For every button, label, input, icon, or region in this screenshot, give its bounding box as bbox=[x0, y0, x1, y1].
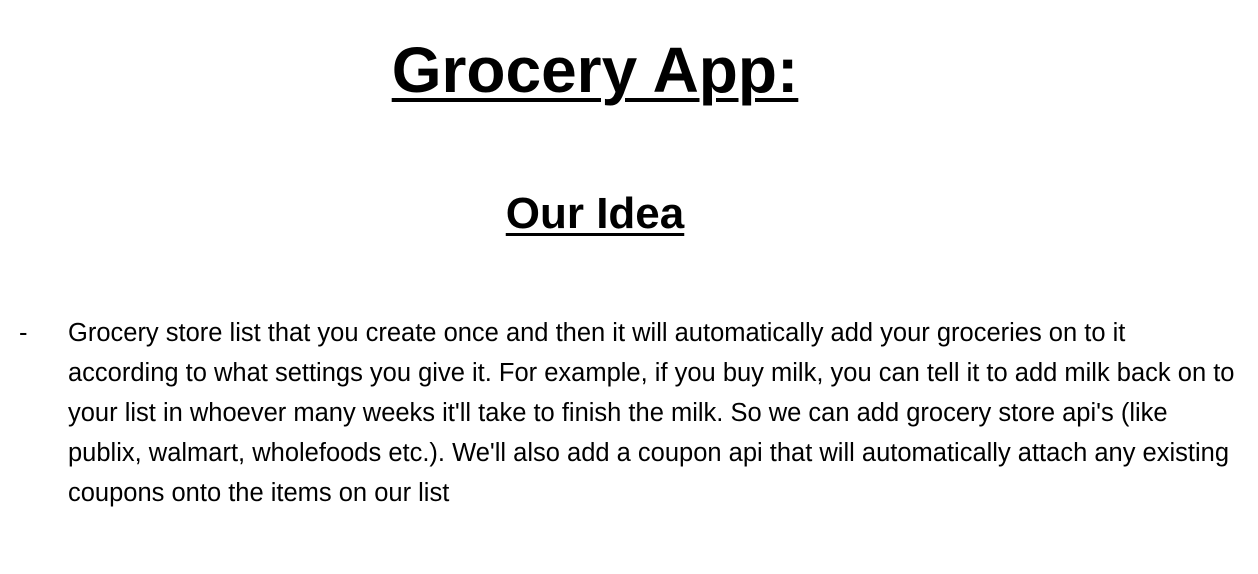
list-item: - Grocery store list that you create onc… bbox=[0, 313, 1258, 513]
section-heading-our-idea: Our Idea bbox=[505, 189, 685, 238]
bullet-text: Grocery store list that you create once … bbox=[68, 319, 1235, 507]
document-title: Grocery App: bbox=[391, 34, 799, 106]
bullet-dash-marker: - bbox=[19, 319, 28, 347]
idea-bullet-list: - Grocery store list that you create onc… bbox=[0, 313, 1258, 513]
